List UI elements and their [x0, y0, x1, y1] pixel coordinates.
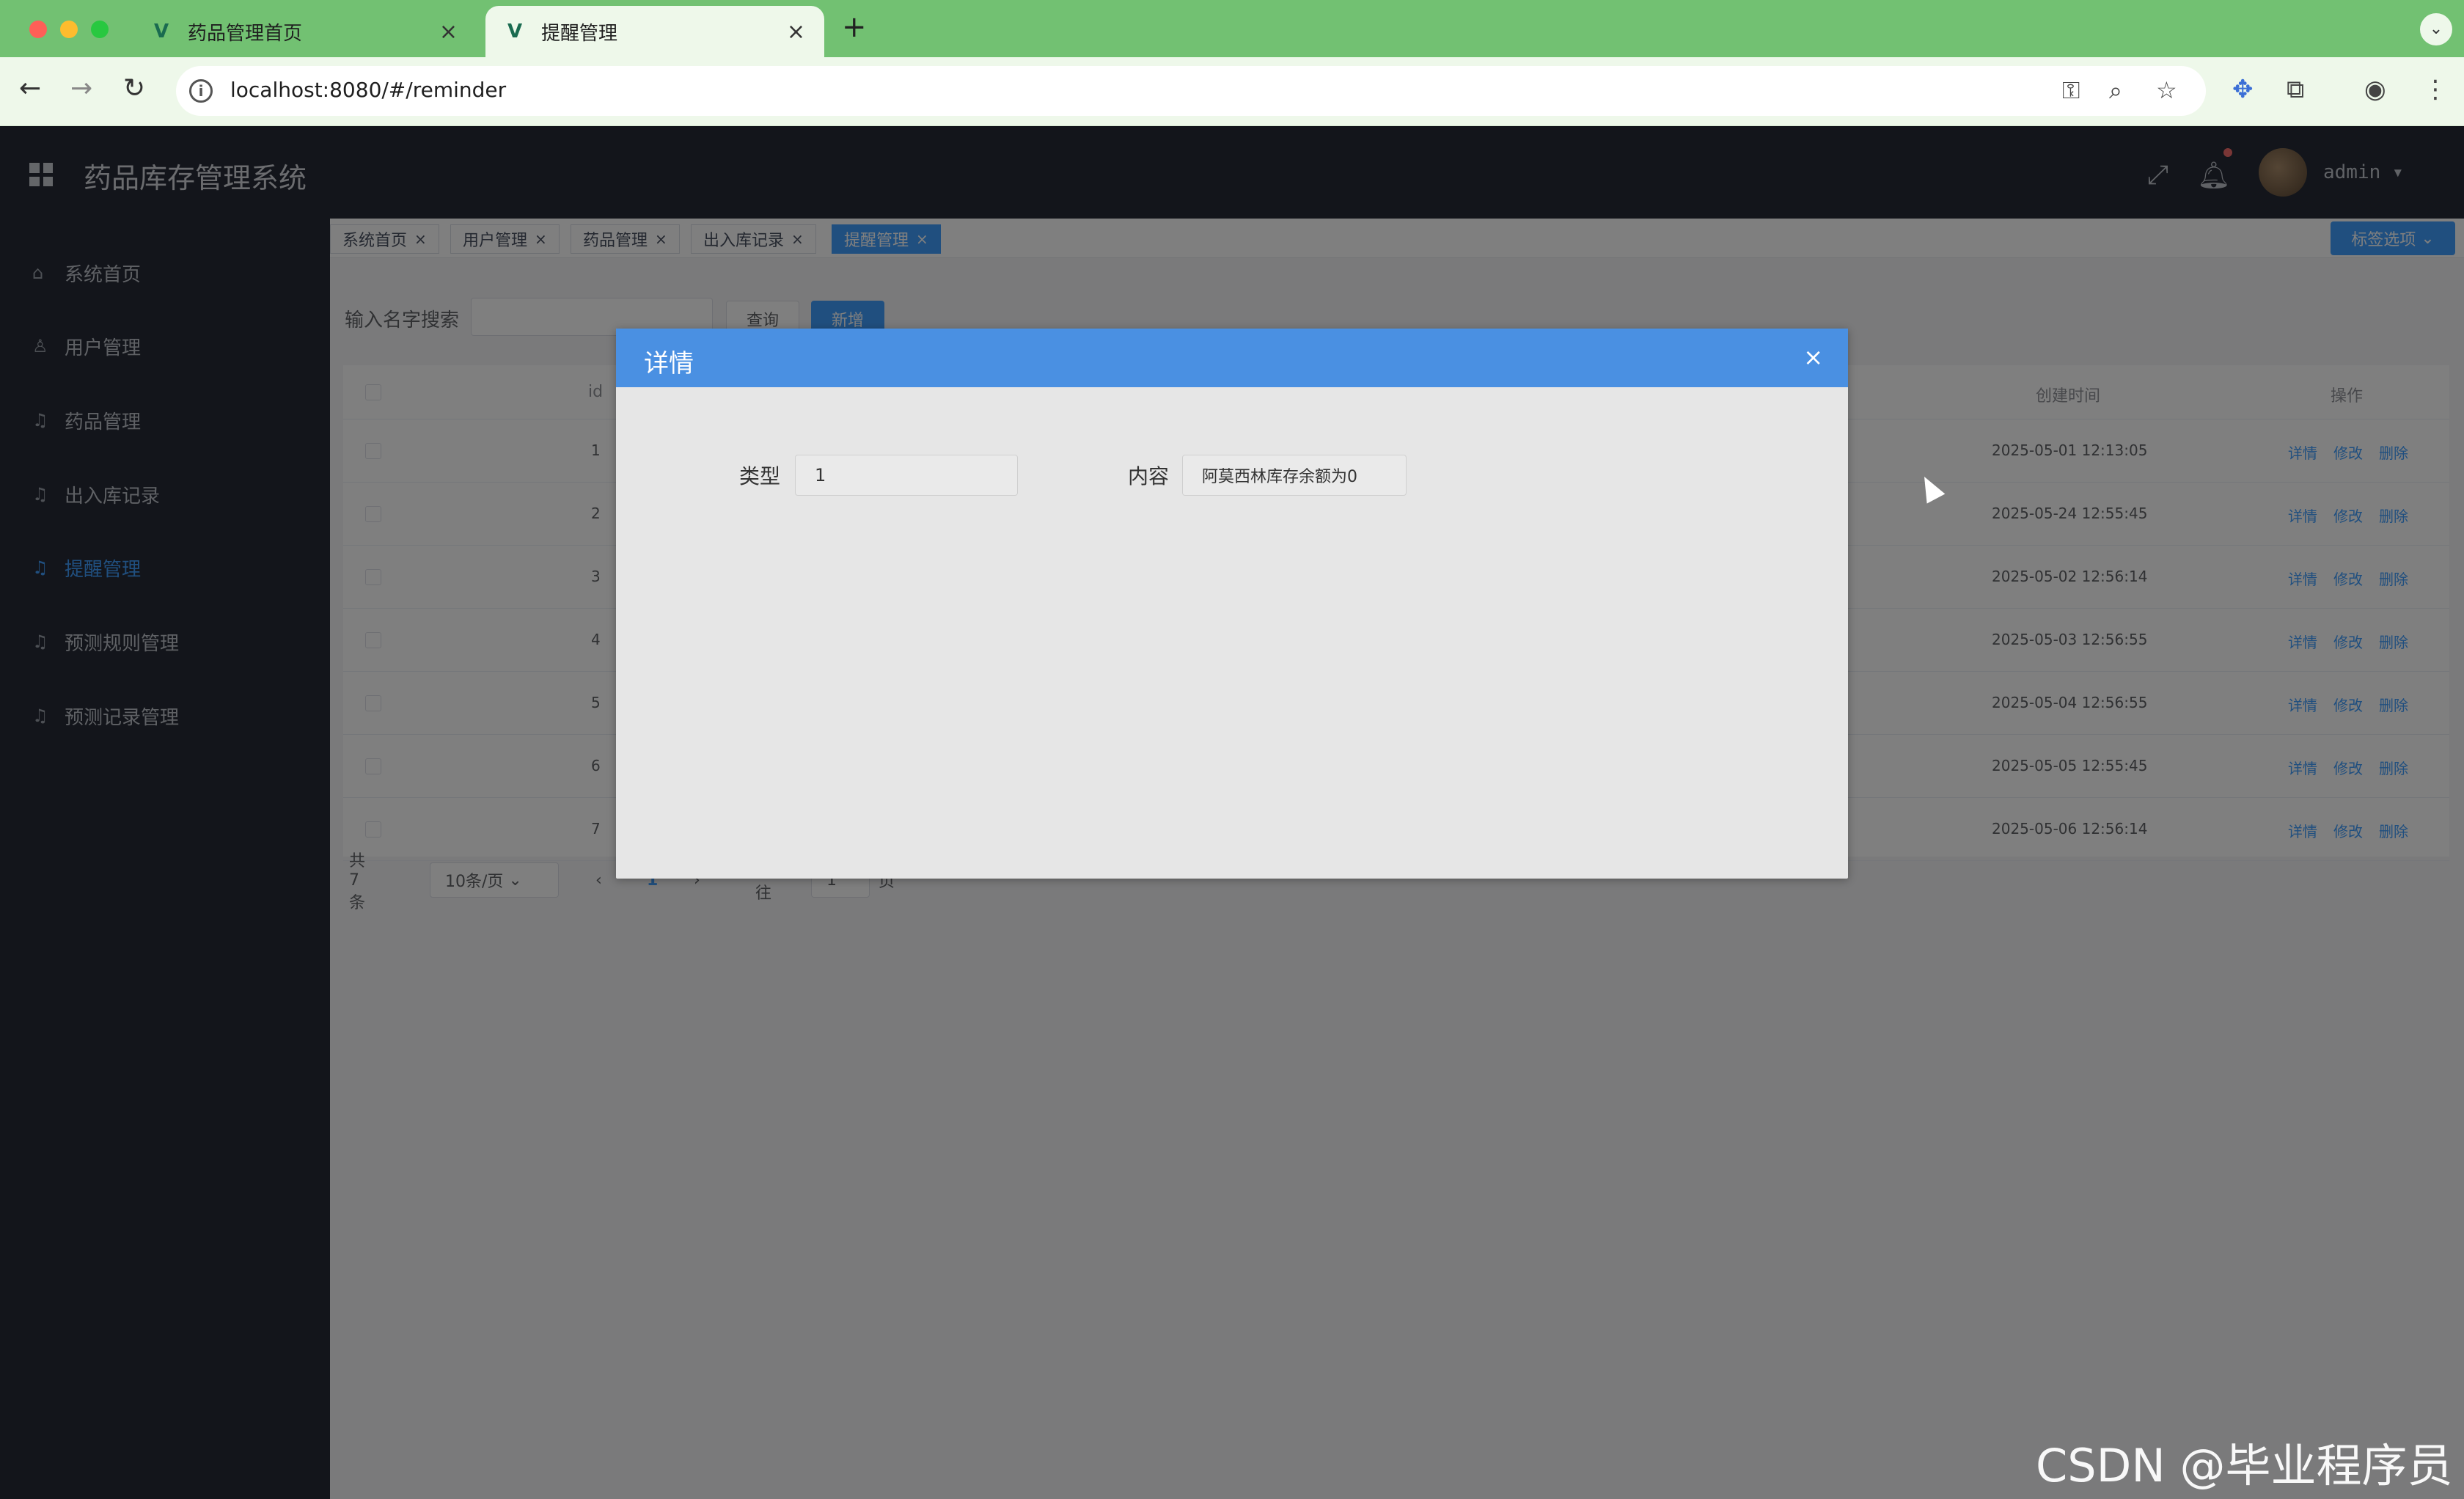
password-key-icon[interactable]: ⚿ — [2062, 76, 2080, 105]
content-label: 内容 — [1128, 464, 1170, 488]
dialog-title: 详情 — [644, 349, 694, 378]
maximize-window-button[interactable] — [91, 21, 109, 38]
close-icon[interactable]: × — [1803, 343, 1823, 371]
browser-tab-active[interactable]: V 提醒管理 × — [485, 6, 824, 57]
browser-tab-strip: V 药品管理首页 × V 提醒管理 × + ⌄ — [0, 0, 2464, 57]
close-tab-icon[interactable]: × — [787, 19, 805, 45]
extension-icon[interactable]: ✥ — [2232, 75, 2254, 104]
reload-icon[interactable]: ↻ — [123, 73, 145, 103]
content-value: 阿莫西林库存余额为0 — [1202, 468, 1357, 486]
profile-avatar-icon[interactable]: ◉ — [2364, 75, 2386, 104]
extensions-puzzle-icon[interactable]: ⧉ — [2287, 75, 2304, 104]
address-bar[interactable]: i localhost:8080/#/reminder ⚿ ⌕ ☆ — [176, 66, 2206, 116]
address-url[interactable]: localhost:8080/#/reminder — [230, 78, 506, 102]
new-tab-button[interactable]: + — [842, 10, 867, 44]
close-tab-icon[interactable]: × — [439, 19, 458, 45]
browser-tab-label: 提醒管理 — [541, 22, 618, 45]
vue-logo-icon: V — [154, 21, 169, 43]
detail-dialog: 详情 × 类型 1 内容 阿莫西林库存余额为0 — [616, 329, 1848, 879]
browser-tab[interactable]: V 药品管理首页 × — [132, 6, 477, 57]
browser-toolbar: ← → ↻ i localhost:8080/#/reminder ⚿ ⌕ ☆ … — [0, 57, 2464, 126]
vue-logo-icon: V — [507, 21, 523, 43]
site-info-icon[interactable]: i — [189, 79, 213, 103]
type-value: 1 — [815, 465, 826, 485]
dialog-header: 详情 × — [616, 329, 1848, 387]
back-icon[interactable]: ← — [19, 73, 41, 103]
browser-menu-icon[interactable]: ⋮ — [2423, 75, 2448, 104]
type-field[interactable]: 1 — [795, 455, 1018, 496]
content-field[interactable]: 阿莫西林库存余额为0 — [1182, 455, 1407, 496]
tab-search-button[interactable]: ⌄ — [2420, 13, 2452, 45]
minimize-window-button[interactable] — [60, 21, 78, 38]
forward-icon[interactable]: → — [70, 73, 92, 103]
zoom-icon[interactable]: ⌕ — [2109, 76, 2122, 105]
close-window-button[interactable] — [29, 21, 47, 38]
watermark: CSDN @毕业程序员 — [2036, 1439, 2453, 1492]
type-label: 类型 — [739, 464, 781, 488]
bookmark-star-icon[interactable]: ☆ — [2156, 76, 2177, 104]
browser-tab-label: 药品管理首页 — [188, 22, 303, 45]
